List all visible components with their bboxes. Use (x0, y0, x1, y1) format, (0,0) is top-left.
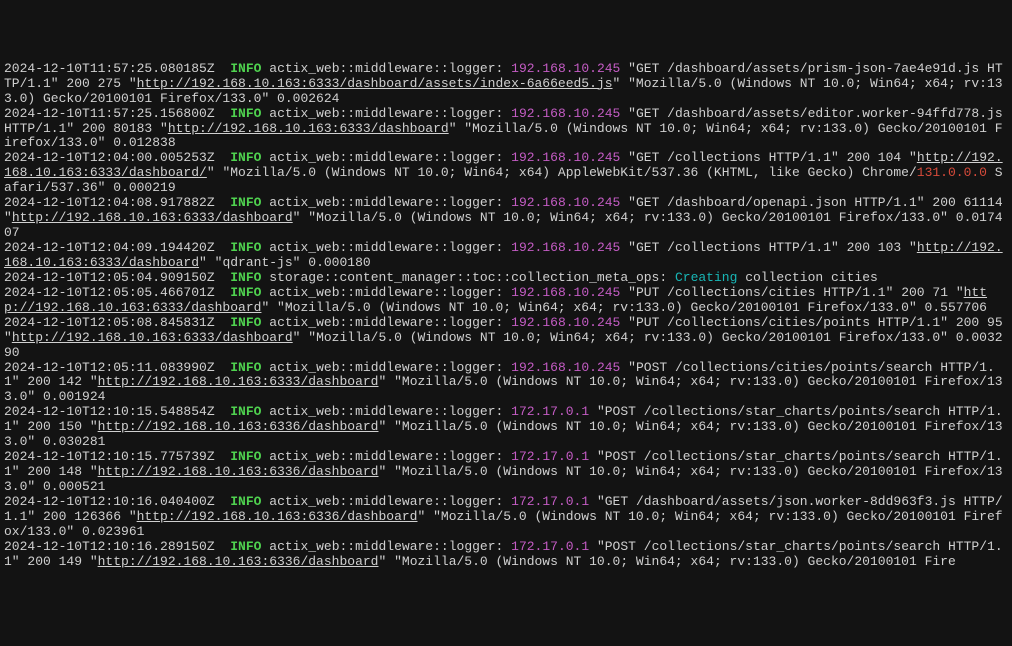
log-line: 2024-12-10T12:05:11.083990Z INFO actix_w… (4, 360, 1003, 405)
module: actix_web::middleware::logger: (269, 106, 503, 121)
module: actix_web::middleware::logger: (269, 494, 503, 509)
timestamp: 2024-12-10T12:04:09.194420Z (4, 240, 215, 255)
log-text: " "qdrant-js" 0.000180 (199, 255, 371, 270)
timestamp: 2024-12-10T12:04:00.005253Z (4, 150, 215, 165)
client-ip: 192.168.10.245 (511, 240, 620, 255)
referrer-url[interactable]: http://192.168.10.163:6333/dashboard (168, 121, 449, 136)
module: actix_web::middleware::logger: (269, 360, 503, 375)
client-ip: 192.168.10.245 (511, 195, 620, 210)
log-level: INFO (230, 240, 261, 255)
log-line: 2024-12-10T12:05:04.909150Z INFO storage… (4, 270, 878, 285)
log-line: 2024-12-10T11:57:25.080185Z INFO actix_w… (4, 61, 1003, 106)
referrer-url[interactable]: http://192.168.10.163:6333/dashboard/ass… (137, 76, 613, 91)
log-line: 2024-12-10T12:05:05.466701Z INFO actix_w… (4, 285, 987, 315)
log-line: 2024-12-10T12:04:00.005253Z INFO actix_w… (4, 150, 1003, 195)
log-line: 2024-12-10T11:57:25.156800Z INFO actix_w… (4, 106, 1010, 151)
log-line: 2024-12-10T12:10:16.040400Z INFO actix_w… (4, 494, 1003, 539)
log-level: INFO (230, 360, 261, 375)
log-output: 2024-12-10T11:57:25.080185Z INFO actix_w… (4, 62, 1008, 570)
log-level: INFO (230, 449, 261, 464)
log-text: " "Mozilla/5.0 (Windows NT 10.0; Win64; … (261, 300, 987, 315)
module: storage::content_manager::toc::collectio… (269, 270, 667, 285)
log-line: 2024-12-10T12:05:08.845831Z INFO actix_w… (4, 315, 1010, 360)
client-ip: 192.168.10.245 (511, 285, 620, 300)
log-line: 2024-12-10T12:04:09.194420Z INFO actix_w… (4, 240, 1003, 270)
timestamp: 2024-12-10T11:57:25.080185Z (4, 61, 215, 76)
log-text: " "Mozilla/5.0 (Windows NT 10.0; Win64; … (207, 165, 917, 180)
client-ip: 172.17.0.1 (511, 539, 589, 554)
log-level: INFO (230, 61, 261, 76)
referrer-url[interactable]: http://192.168.10.163:6333/dashboard (12, 330, 293, 345)
timestamp: 2024-12-10T12:10:16.289150Z (4, 539, 215, 554)
action-word: Creating (675, 270, 737, 285)
log-text: " "Mozilla/5.0 (Windows NT 10.0; Win64; … (378, 554, 955, 569)
client-ip: 192.168.10.245 (511, 360, 620, 375)
client-ip: 192.168.10.245 (511, 150, 620, 165)
client-ip: 192.168.10.245 (511, 61, 620, 76)
timestamp: 2024-12-10T12:10:15.548854Z (4, 404, 215, 419)
log-line: 2024-12-10T12:10:15.775739Z INFO actix_w… (4, 449, 1003, 494)
log-level: INFO (230, 150, 261, 165)
log-text: "PUT /collections/cities HTTP/1.1" 200 7… (620, 285, 963, 300)
module: actix_web::middleware::logger: (269, 195, 503, 210)
timestamp: 2024-12-10T12:05:08.845831Z (4, 315, 215, 330)
referrer-url[interactable]: http://192.168.10.163:6336/dashboard (98, 554, 379, 569)
log-level: INFO (230, 285, 261, 300)
log-line: 2024-12-10T12:10:16.289150Z INFO actix_w… (4, 539, 1003, 569)
referrer-url[interactable]: http://192.168.10.163:6336/dashboard (98, 464, 379, 479)
log-level: INFO (230, 315, 261, 330)
referrer-url[interactable]: http://192.168.10.163:6333/dashboard (12, 210, 293, 225)
client-ip: 172.17.0.1 (511, 494, 589, 509)
timestamp: 2024-12-10T12:05:11.083990Z (4, 360, 215, 375)
timestamp: 2024-12-10T12:10:16.040400Z (4, 494, 215, 509)
module: actix_web::middleware::logger: (269, 449, 503, 464)
log-level: INFO (230, 270, 261, 285)
module: actix_web::middleware::logger: (269, 539, 503, 554)
module: actix_web::middleware::logger: (269, 240, 503, 255)
log-text: collection cities (737, 270, 877, 285)
timestamp: 2024-12-10T12:10:15.775739Z (4, 449, 215, 464)
timestamp: 2024-12-10T12:05:05.466701Z (4, 285, 215, 300)
log-line: 2024-12-10T12:04:08.917882Z INFO actix_w… (4, 195, 1010, 240)
referrer-url[interactable]: http://192.168.10.163:6336/dashboard (98, 419, 379, 434)
timestamp: 2024-12-10T12:05:04.909150Z (4, 270, 215, 285)
referrer-url[interactable]: http://192.168.10.163:6333/dashboard (98, 374, 379, 389)
log-text: "GET /collections HTTP/1.1" 200 103 " (620, 240, 916, 255)
client-ip: 192.168.10.245 (511, 106, 620, 121)
log-line: 2024-12-10T12:10:15.548854Z INFO actix_w… (4, 404, 1003, 449)
version-string: 131.0.0.0 (917, 165, 987, 180)
client-ip: 172.17.0.1 (511, 449, 589, 464)
timestamp: 2024-12-10T12:04:08.917882Z (4, 195, 215, 210)
log-level: INFO (230, 404, 261, 419)
log-level: INFO (230, 195, 261, 210)
module: actix_web::middleware::logger: (269, 61, 503, 76)
log-level: INFO (230, 494, 261, 509)
module: actix_web::middleware::logger: (269, 404, 503, 419)
log-level: INFO (230, 539, 261, 554)
log-text: "GET /collections HTTP/1.1" 200 104 " (620, 150, 916, 165)
referrer-url[interactable]: http://192.168.10.163:6336/dashboard (137, 509, 418, 524)
log-level: INFO (230, 106, 261, 121)
module: actix_web::middleware::logger: (269, 150, 503, 165)
timestamp: 2024-12-10T11:57:25.156800Z (4, 106, 215, 121)
module: actix_web::middleware::logger: (269, 285, 503, 300)
module: actix_web::middleware::logger: (269, 315, 503, 330)
client-ip: 192.168.10.245 (511, 315, 620, 330)
client-ip: 172.17.0.1 (511, 404, 589, 419)
